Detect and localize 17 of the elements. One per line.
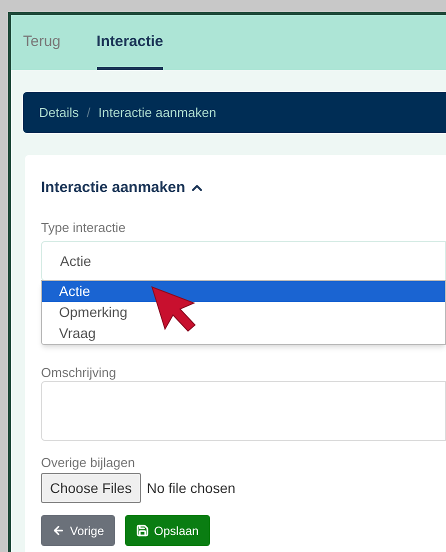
save-button[interactable]: Opslaan [125,515,210,546]
field-label: Omschrijving [41,365,118,381]
section-toggle[interactable]: Interactie aanmaken [41,177,206,200]
arrow-left-icon [52,524,65,537]
field-label: Overige bijlagen [41,455,136,471]
tab[interactable]: Interactie [96,15,164,70]
breadcrumb-link[interactable]: Details [39,102,79,122]
dropdown-option[interactable]: Vraag [42,323,445,344]
choose-files-button[interactable]: Choose Files [41,473,141,503]
file-status: No file chosen [146,478,236,498]
breadcrumb-separator: / [86,104,90,122]
field-label: Type interactie [41,218,127,237]
cursor-icon [150,285,198,333]
description-field[interactable] [41,381,446,441]
dropdown-option[interactable]: Actie [42,281,445,302]
dropdown-option[interactable]: Opmerking [42,302,445,323]
back-button[interactable]: Vorige [41,515,116,546]
